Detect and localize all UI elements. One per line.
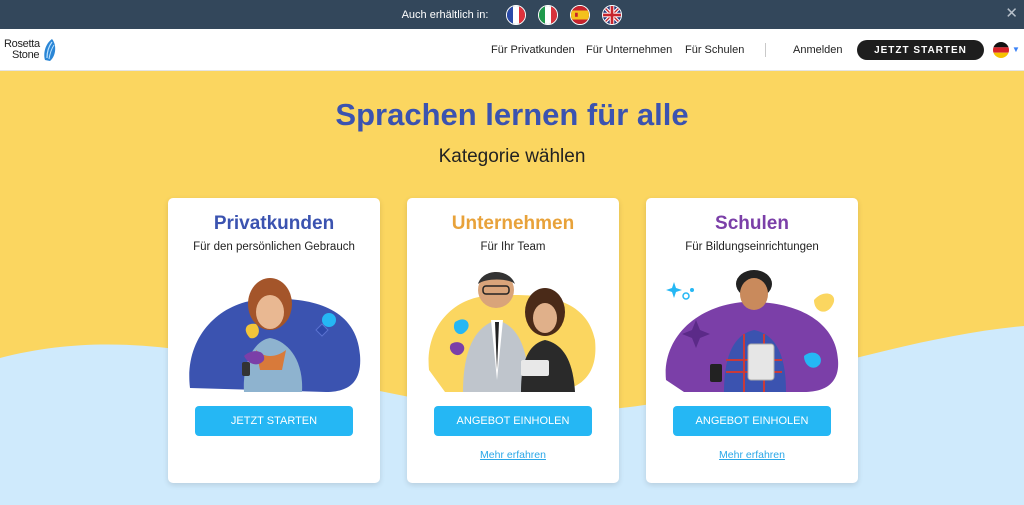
learn-more-link[interactable]: Mehr erfahren	[646, 449, 858, 461]
uk-flag-icon[interactable]	[602, 4, 623, 25]
nav-link-privatkunden[interactable]: Für Privatkunden	[491, 44, 575, 56]
germany-flag-icon[interactable]	[993, 42, 1009, 58]
card-title: Schulen	[715, 213, 789, 234]
logo-text-line2: Stone	[12, 49, 40, 61]
card-title: Unternehmen	[451, 213, 575, 234]
login-link[interactable]: Anmelden	[793, 44, 843, 56]
chevron-down-icon[interactable]: ▼	[1012, 45, 1020, 54]
spain-flag-icon[interactable]	[570, 4, 591, 25]
card-subtitle: Für den persönlichen Gebrauch	[193, 241, 355, 253]
nav-link-schulen[interactable]: Für Schulen	[685, 44, 744, 56]
card-unternehmen: Unternehmen Für Ihr Team ANGEBOT EINHOLE…	[407, 198, 619, 483]
learn-more-link[interactable]: Mehr erfahren	[407, 449, 619, 461]
card-subtitle: Für Ihr Team	[480, 241, 546, 253]
card-privatkunden: Privatkunden Für den persönlichen Gebrau…	[168, 198, 380, 483]
nav-link-unternehmen[interactable]: Für Unternehmen	[586, 44, 672, 56]
language-bar-text: Auch erhältlich in:	[401, 8, 489, 21]
start-now-button[interactable]: JETZT STARTEN	[857, 40, 984, 60]
woman-with-phone-image	[189, 278, 361, 392]
logo-stone-icon	[44, 39, 56, 61]
france-flag-icon[interactable]	[506, 4, 527, 25]
rosetta-stone-logo[interactable]: Rosetta Stone	[4, 38, 58, 62]
card-subtitle: Für Bildungseinrichtungen	[685, 241, 819, 253]
start-now-card-button[interactable]: JETZT STARTEN	[195, 406, 353, 436]
request-quote-button[interactable]: ANGEBOT EINHOLEN	[434, 406, 592, 436]
business-people-image	[428, 272, 596, 392]
italy-flag-icon[interactable]	[538, 4, 559, 25]
page-title: Sprachen lernen für alle	[335, 97, 689, 132]
card-schulen: Schulen Für Bildungseinrichtungen ANGEBO…	[646, 198, 858, 483]
main-navigation: Rosetta Stone Für Privatkunden Für Unter…	[0, 29, 1024, 71]
nav-divider	[765, 43, 766, 57]
page-subtitle: Kategorie wählen	[438, 146, 586, 167]
card-title: Privatkunden	[213, 213, 335, 234]
language-bar: Auch erhältlich in: ✕	[0, 0, 1024, 29]
student-with-tablet-image	[665, 270, 839, 392]
close-icon[interactable]: ✕	[1005, 4, 1018, 22]
request-quote-button[interactable]: ANGEBOT EINHOLEN	[673, 406, 831, 436]
